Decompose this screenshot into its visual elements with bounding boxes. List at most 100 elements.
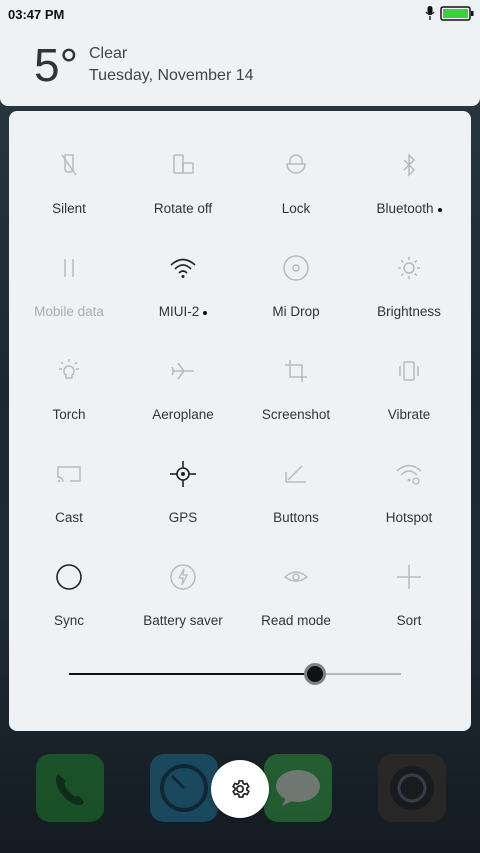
tile-torch[interactable]: Torch: [12, 357, 126, 447]
tile-label-text: Battery saver: [143, 613, 223, 628]
tile-label: Lock: [239, 201, 353, 216]
torch-icon: [59, 359, 79, 379]
tile-label-text: Buttons: [273, 510, 319, 525]
tile-rotate[interactable]: Rotate off: [126, 151, 240, 241]
tile-label: Rotate off: [126, 201, 240, 216]
weather-condition: Clear: [89, 45, 128, 62]
phone-app-icon[interactable]: [36, 754, 104, 822]
tile-label-text: GPS: [168, 510, 198, 525]
screenshot-icon: [285, 360, 307, 382]
brightness-track-empty: [315, 673, 401, 675]
tile-label-text: Brightness: [377, 304, 441, 319]
weather-card[interactable]: 5° Clear Tuesday, November 14: [0, 28, 480, 106]
tile-aeroplane[interactable]: Aeroplane: [126, 357, 240, 447]
tile-label-text: Sync: [53, 613, 84, 628]
tile-label-text: Bluetooth: [376, 201, 434, 216]
tile-label: Aeroplane: [126, 407, 240, 422]
silent-icon: [61, 154, 77, 176]
microphone-icon: [425, 6, 435, 20]
tile-label-text: Aeroplane: [152, 407, 214, 422]
tile-label: Sync: [12, 613, 126, 628]
buttons-icon: [285, 465, 306, 483]
tile-label-text: Read mode: [261, 613, 331, 628]
tile-label-text: Mi Drop: [272, 304, 320, 319]
tile-label: MIUI-2: [126, 304, 240, 319]
tile-read-mode[interactable]: Read mode: [239, 563, 353, 653]
aeroplane-icon: [171, 362, 194, 380]
status-time: 03:47 PM: [8, 7, 65, 22]
tile-label-text: Lock: [281, 201, 311, 216]
tile-label: Bluetooth: [352, 201, 466, 216]
brightness-thumb[interactable]: [304, 663, 326, 685]
tile-label-text: Cast: [55, 510, 83, 525]
tile-label: Torch: [12, 407, 126, 422]
cast-icon: [57, 466, 81, 483]
tile-label-text: Torch: [52, 407, 86, 422]
mi-drop-icon: [283, 255, 309, 281]
tile-silent[interactable]: Silent: [12, 151, 126, 241]
weather-date: Tuesday, November 14: [89, 67, 254, 84]
tile-label: Mobile data: [12, 304, 126, 319]
gps-icon: [170, 461, 196, 487]
tile-label-text: Rotate off: [153, 201, 213, 216]
read-mode-icon: [283, 571, 309, 582]
hotspot-icon: [396, 464, 422, 485]
vibrate-icon: [399, 361, 419, 381]
tile-mi-drop[interactable]: Mi Drop: [239, 254, 353, 344]
battery-saver-icon: [170, 564, 196, 590]
connected-dot: [437, 208, 442, 212]
tile-sync[interactable]: Sync: [12, 563, 126, 653]
rotate-icon: [173, 154, 194, 174]
messages-app-icon[interactable]: [264, 754, 332, 822]
tile-label-text: Sort: [396, 613, 422, 628]
tile-label-text: MIUI-2: [158, 304, 200, 319]
bluetooth-icon: [403, 153, 416, 177]
tile-vibrate[interactable]: Vibrate: [352, 357, 466, 447]
tile-label: Screenshot: [239, 407, 353, 422]
brightness-icon: [398, 257, 420, 279]
tile-brightness[interactable]: Brightness: [352, 254, 466, 344]
tile-label: Silent: [12, 201, 126, 216]
browser-app-icon[interactable]: [150, 754, 218, 822]
tile-label: Battery saver: [126, 613, 240, 628]
tile-label-text: Vibrate: [387, 407, 431, 422]
brightness-track-filled: [69, 673, 315, 675]
battery-full-icon: [440, 6, 474, 21]
brightness-slider[interactable]: [69, 661, 401, 687]
gear-icon: [232, 780, 250, 798]
tile-label: Brightness: [352, 304, 466, 319]
tile-label: Cast: [12, 510, 126, 525]
weather-temperature: 5°: [34, 39, 78, 91]
tile-wifi[interactable]: MIUI-2: [126, 254, 240, 344]
tile-mobile-data[interactable]: Mobile data: [12, 254, 126, 344]
tile-label: Read mode: [239, 613, 353, 628]
tile-label: Vibrate: [352, 407, 466, 422]
tile-label: Sort: [352, 613, 466, 628]
tile-gps[interactable]: GPS: [126, 460, 240, 550]
tile-label-text: Mobile data: [34, 304, 104, 319]
sync-icon: [56, 564, 82, 590]
quick-settings-panel: Silent Rotate off Lock Bluetooth Mobile data…: [9, 111, 471, 731]
tile-label-text: Silent: [52, 201, 86, 216]
tile-sort[interactable]: Sort: [352, 563, 466, 653]
tile-label: Mi Drop: [239, 304, 353, 319]
tile-buttons[interactable]: Buttons: [239, 460, 353, 550]
tile-hotspot[interactable]: Hotspot: [352, 460, 466, 550]
camera-app-icon[interactable]: [378, 754, 446, 822]
tile-label: GPS: [126, 510, 240, 525]
wifi-icon: [170, 258, 196, 278]
tile-cast[interactable]: Cast: [12, 460, 126, 550]
lock-icon: [286, 154, 306, 174]
status-bar: 03:47 PM: [0, 0, 480, 28]
tile-bluetooth[interactable]: Bluetooth: [352, 151, 466, 241]
connected-dot: [203, 311, 208, 315]
tile-label: Hotspot: [352, 510, 466, 525]
mobile-data-icon: [64, 259, 74, 277]
tile-lock[interactable]: Lock: [239, 151, 353, 241]
tile-battery-saver[interactable]: Battery saver: [126, 563, 240, 653]
tile-label-text: Hotspot: [385, 510, 433, 525]
settings-button[interactable]: [211, 760, 269, 818]
tile-screenshot[interactable]: Screenshot: [239, 357, 353, 447]
tile-label-text: Screenshot: [261, 407, 331, 422]
tile-label: Buttons: [239, 510, 353, 525]
